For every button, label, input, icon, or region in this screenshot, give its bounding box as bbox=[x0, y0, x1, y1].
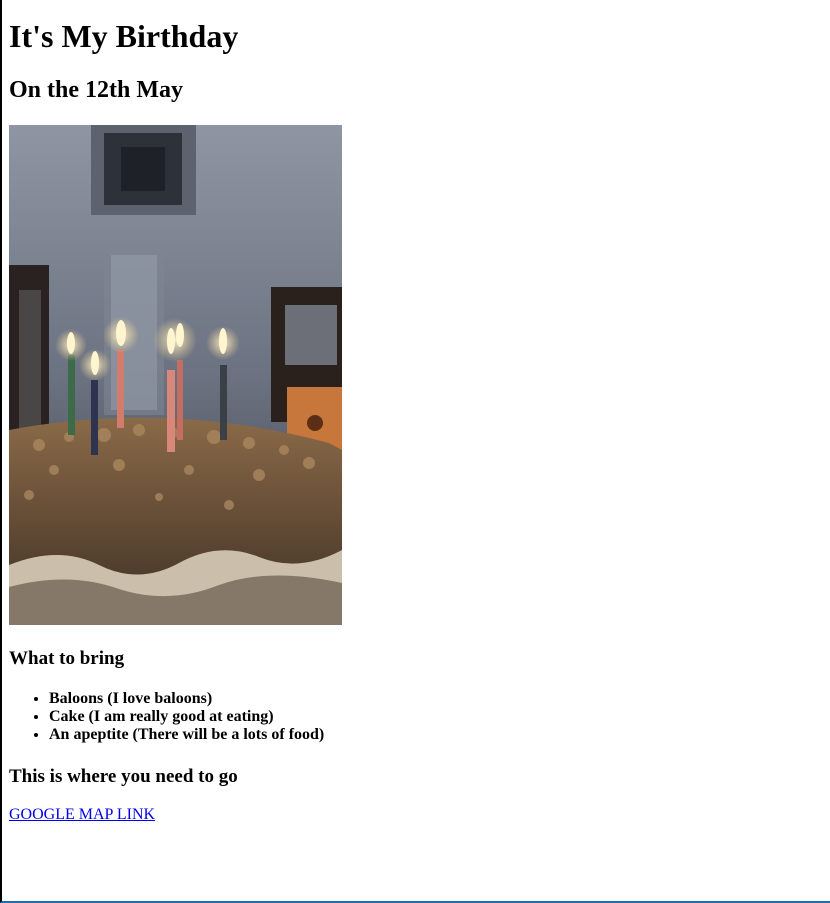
bring-list: Baloons (I love baloons) Cake (I am real… bbox=[9, 690, 324, 744]
what-to-bring-heading: What to bring bbox=[9, 648, 125, 669]
page: It's My Birthday On the 12th May What to… bbox=[0, 0, 830, 903]
google-map-link[interactable]: GOOGLE MAP LINK bbox=[9, 806, 155, 824]
location-heading: This is where you need to go bbox=[9, 766, 238, 787]
cake-illustration bbox=[9, 125, 342, 625]
list-item: An apeptite (There will be a lots of foo… bbox=[49, 726, 324, 744]
page-title: It's My Birthday bbox=[9, 18, 239, 54]
list-item: Cake (I am really good at eating) bbox=[49, 708, 324, 726]
list-item: Baloons (I love baloons) bbox=[49, 690, 324, 708]
page-subtitle: On the 12th May bbox=[9, 77, 183, 103]
birthday-cake-image bbox=[9, 125, 342, 625]
